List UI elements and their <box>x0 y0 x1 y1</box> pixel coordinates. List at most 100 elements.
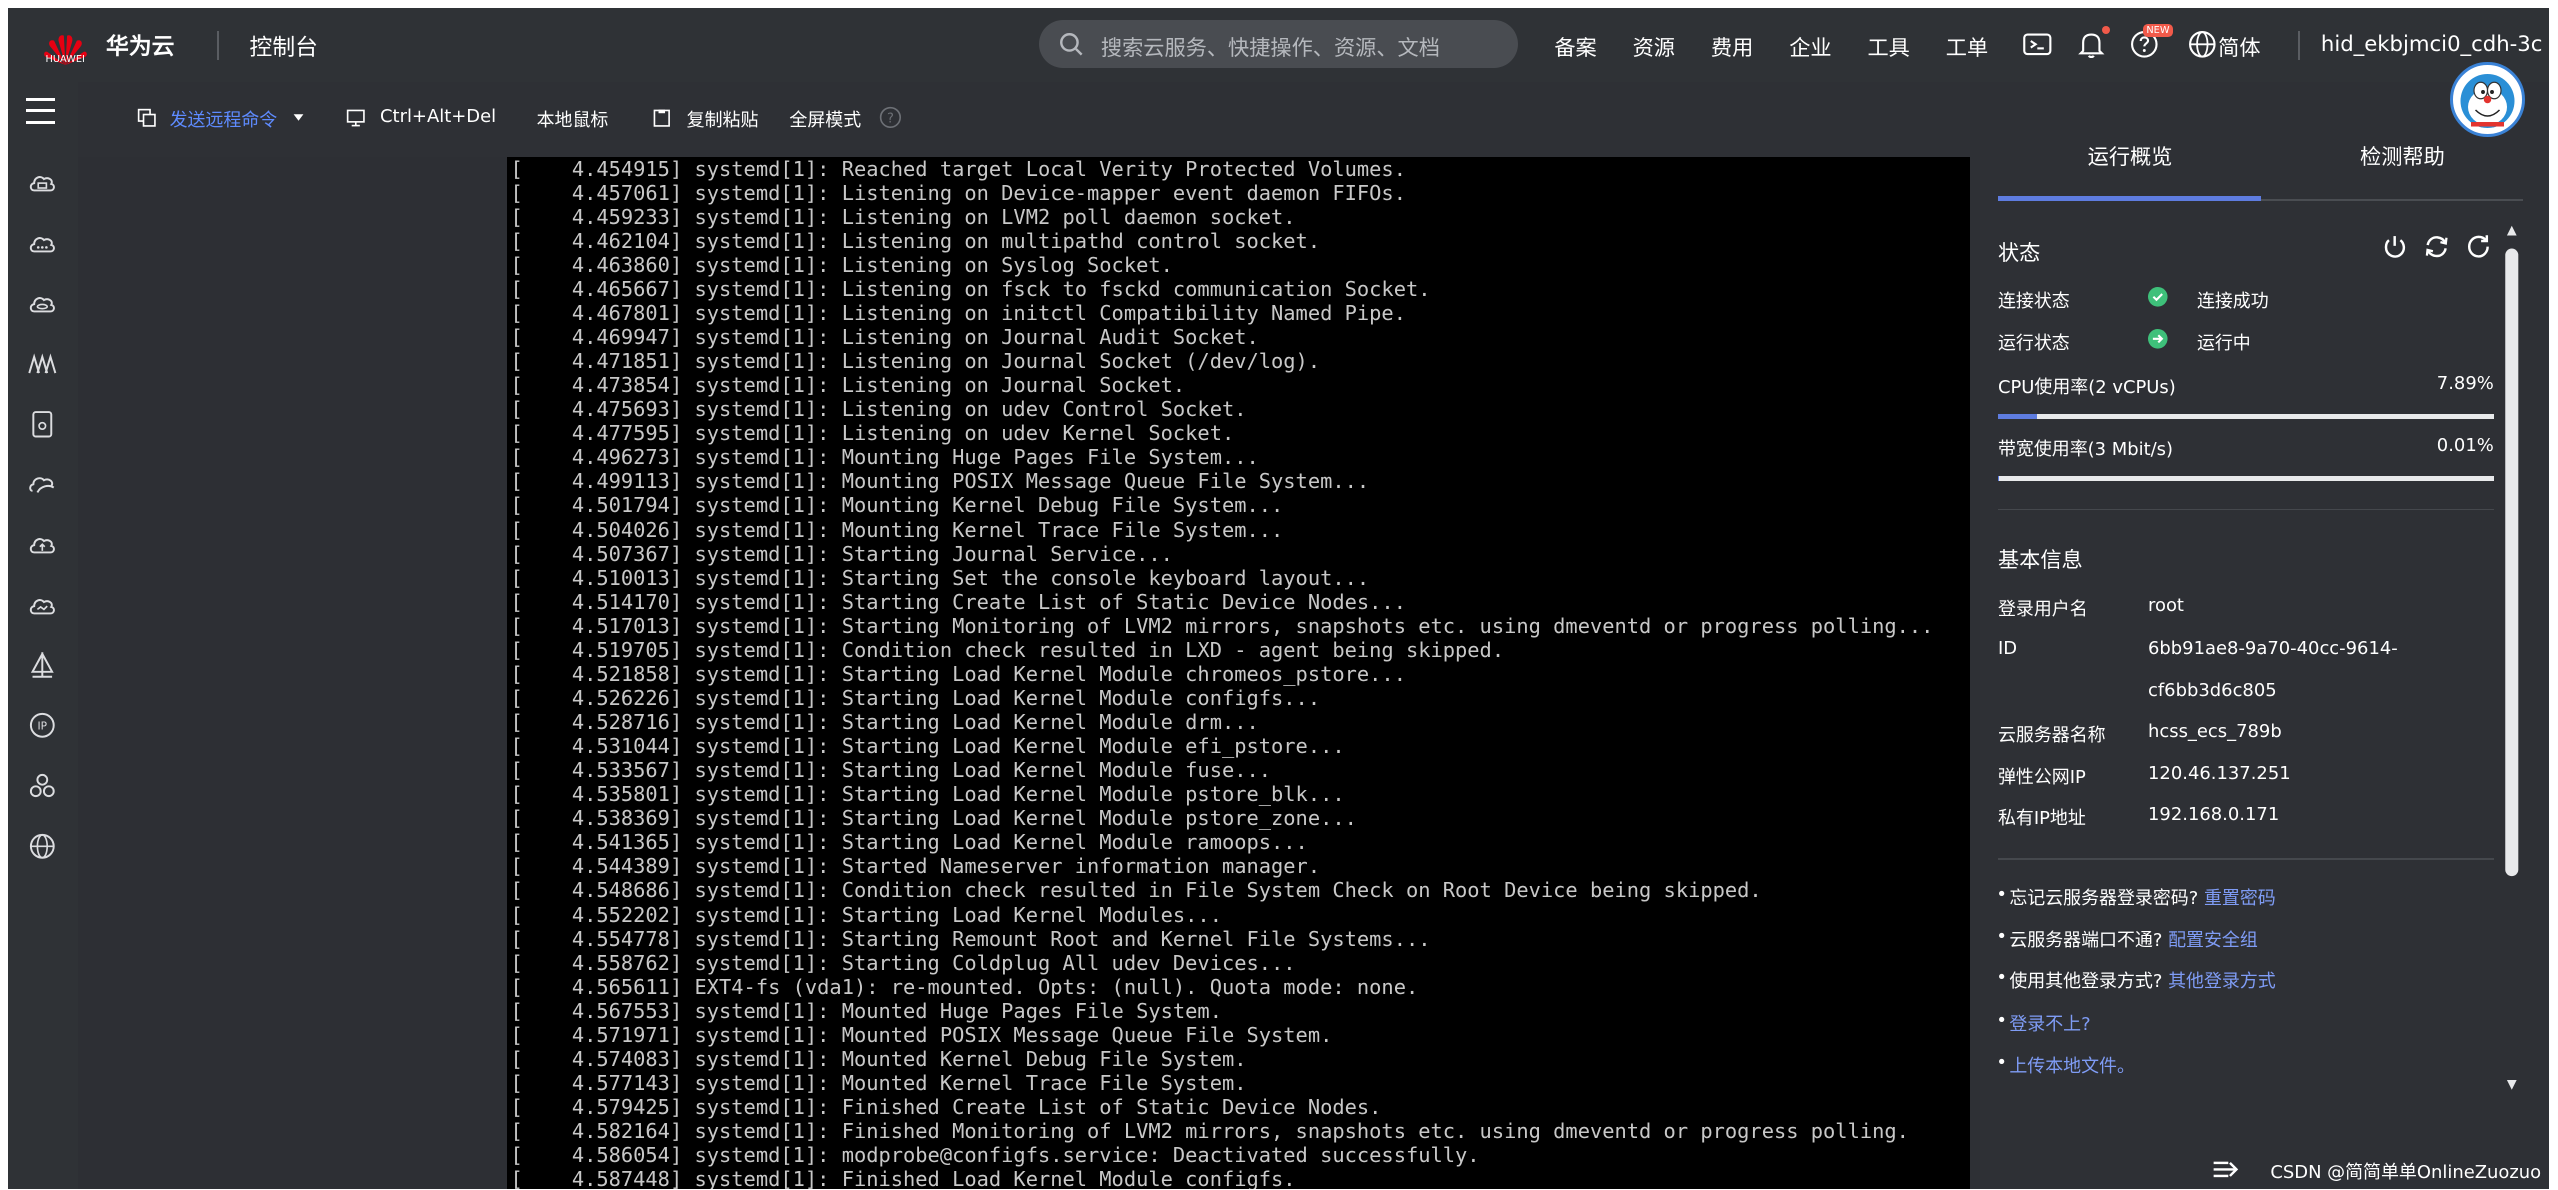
help-circle-icon[interactable]: ? <box>879 106 902 129</box>
terminal-line: [ 4.519705] systemd[1]: Condition check … <box>510 637 1505 662</box>
restart-icon[interactable] <box>2422 232 2451 261</box>
search-icon <box>1058 31 1084 57</box>
globe-language-icon[interactable] <box>2186 28 2219 61</box>
cluster-icon[interactable] <box>26 770 59 803</box>
terminal-line: [ 4.471851] systemd[1]: Listening on Jou… <box>510 349 1321 374</box>
connection-status-value: 连接成功 <box>2196 291 2269 313</box>
terminal-line: [ 4.574083] systemd[1]: Mounted Kernel D… <box>510 1046 1247 1071</box>
terminal-icon[interactable] <box>2021 28 2054 61</box>
terminal-line: [ 4.465667] systemd[1]: Listening on fsc… <box>510 276 1431 301</box>
chevron-down-icon[interactable] <box>292 111 305 124</box>
reset-password-link[interactable]: 重置密码 <box>2204 888 2276 909</box>
terminal-line: [ 4.475693] systemd[1]: Listening on ude… <box>510 397 1247 422</box>
nav-billing[interactable]: 费用 <box>1711 31 1753 62</box>
storage-icon[interactable] <box>26 408 59 441</box>
terminal-line: [ 4.504026] systemd[1]: Mounting Kernel … <box>510 517 1284 542</box>
active-tab-indicator <box>1997 195 2261 201</box>
eip-label: 弹性公网IP <box>1997 767 2086 789</box>
terminal-line: [ 4.463860] systemd[1]: Listening on Sys… <box>510 252 1173 277</box>
terminal-line: [ 4.454915] systemd[1]: Reached target L… <box>510 156 1406 181</box>
svg-text:IP: IP <box>38 721 48 733</box>
top-bar: HUAWEI 华为云 控制台 搜索云服务、快捷操作、资源、文档 备案 资源 费用… <box>8 8 2550 82</box>
terminal-line: [ 4.473854] systemd[1]: Listening on Jou… <box>510 373 1186 398</box>
local-cursor-button[interactable]: 本地鼠标 <box>537 106 609 132</box>
nav-enterprise[interactable]: 企业 <box>1789 31 1831 62</box>
tab-overview[interactable]: 运行概览 <box>2088 140 2173 171</box>
brand-name[interactable]: 华为云 <box>106 28 174 61</box>
console-link[interactable]: 控制台 <box>250 29 318 62</box>
bandwidth-usage-fill <box>1997 476 1999 482</box>
network-icon[interactable] <box>26 347 59 380</box>
help-text: 云服务器端口不通? <box>2009 930 2163 952</box>
menu-icon[interactable] <box>26 97 56 124</box>
terminal-line: [ 4.567553] systemd[1]: Mounted Huge Pag… <box>510 998 1222 1023</box>
send-command-icon <box>137 108 157 128</box>
copy-paste-button[interactable]: 复制粘贴 <box>687 106 759 132</box>
id-label: ID <box>1997 637 2018 659</box>
terminal-line: [ 4.548686] systemd[1]: Condition check … <box>510 878 1762 903</box>
terminal-line: [ 4.533567] systemd[1]: Starting Load Ke… <box>510 758 1272 783</box>
nav-tickets[interactable]: 工单 <box>1946 31 1988 62</box>
other-login-link[interactable]: 其他登录方式 <box>2168 971 2276 992</box>
refresh-icon[interactable] <box>2464 232 2493 261</box>
cloud-server-icon[interactable] <box>26 166 59 199</box>
cpu-usage-fill <box>1997 414 2038 420</box>
cannot-login-link[interactable]: 登录不上? <box>2009 1014 2090 1035</box>
deploy-icon[interactable] <box>26 649 59 682</box>
send-command-button[interactable]: 发送远程命令 <box>170 106 278 132</box>
terminal-line: [ 4.528716] systemd[1]: Starting Load Ke… <box>510 710 1259 734</box>
terminal-line: [ 4.579425] systemd[1]: Finished Create … <box>510 1095 1382 1119</box>
private-ip-value: 192.168.0.171 <box>2148 804 2280 826</box>
remote-console-screen[interactable]: [ 4.454915] systemd[1]: Reached target L… <box>507 156 1971 1189</box>
bandwidth-usage-bar <box>1997 476 2494 482</box>
collapse-panel-icon[interactable] <box>2212 1158 2241 1181</box>
terminal-line: [ 4.467801] systemd[1]: Listening on ini… <box>510 300 1406 325</box>
run-status-label: 运行状态 <box>1997 333 2070 355</box>
security-group-link[interactable]: 配置安全组 <box>2168 930 2258 951</box>
help-text: 忘记云服务器登录密码? <box>2009 887 2199 909</box>
ctrl-alt-del-button[interactable]: Ctrl+Alt+Del <box>380 106 496 127</box>
upload-file-link[interactable]: 上传本地文件。 <box>2009 1056 2135 1077</box>
avatar[interactable] <box>2449 61 2525 137</box>
monitor-icon <box>346 108 366 128</box>
terminal-line: [ 4.582164] systemd[1]: Finished Monitor… <box>510 1119 1909 1144</box>
cloud-backup-icon[interactable] <box>26 528 59 561</box>
username-menu[interactable]: hid_ekbjmci0_cdh-3c <box>2321 31 2543 56</box>
terminal-line: [ 4.499113] systemd[1]: Mounting POSIX M… <box>510 469 1370 494</box>
ip-icon[interactable]: IP <box>26 709 59 742</box>
cloud-icon[interactable] <box>26 227 59 260</box>
nav-beian[interactable]: 备案 <box>1554 31 1596 62</box>
divider <box>1997 857 2494 860</box>
terminal-line: [ 4.535801] systemd[1]: Starting Load Ke… <box>510 782 1345 807</box>
tab-diagnostics[interactable]: 检测帮助 <box>2360 140 2445 171</box>
info-panel: 运行概览 检测帮助 状态 连接状态 连接成功 运行状态 运行中 CPU使用率(2… <box>1970 81 2550 1189</box>
cpu-usage-bar <box>1997 414 2494 420</box>
fullscreen-button[interactable]: 全屏模式 <box>789 106 861 132</box>
search-input[interactable]: 搜索云服务、快捷操作、资源、文档 <box>1101 31 1440 62</box>
cdn-icon[interactable] <box>26 468 59 501</box>
terminal-line: [ 4.586054] systemd[1]: modprobe@configf… <box>510 1143 1480 1168</box>
remote-toolbar: 发送远程命令 Ctrl+Alt+Del 本地鼠标 复制粘贴 全屏模式 ? <box>78 81 1971 157</box>
terminal-line: [ 4.521858] systemd[1]: Starting Load Ke… <box>510 661 1406 686</box>
power-icon[interactable] <box>2380 232 2409 261</box>
notification-dot <box>2102 26 2111 35</box>
bandwidth-usage-percent: 0.01% <box>2436 435 2494 457</box>
terminal-line: [ 4.496273] systemd[1]: Mounting Huge Pa… <box>510 445 1259 470</box>
logo-text: HUAWEI <box>45 53 85 65</box>
nav-tools[interactable]: 工具 <box>1867 31 1909 62</box>
huawei-logo[interactable] <box>41 21 90 73</box>
nav-resources[interactable]: 资源 <box>1633 31 1675 62</box>
help-item-security-group: 云服务器端口不通? 配置安全组 <box>1996 926 2258 952</box>
search-box[interactable]: 搜索云服务、快捷操作、资源、文档 <box>1038 19 1519 69</box>
globe-icon[interactable] <box>26 830 59 863</box>
login-user-label: 登录用户名 <box>1997 599 2088 621</box>
cloud-monitor-icon[interactable] <box>26 589 59 622</box>
divider <box>1997 508 2494 511</box>
terminal-line: [ 4.501794] systemd[1]: Mounting Kernel … <box>510 493 1284 518</box>
language-switch[interactable]: 简体 <box>2218 31 2260 62</box>
panel-scrollbar[interactable] <box>2502 219 2522 1100</box>
basic-info-title: 基本信息 <box>1997 547 2083 573</box>
running-arrow-icon <box>2148 329 2168 350</box>
cloud-database-icon[interactable] <box>26 287 59 320</box>
terminal-output: [ 4.454915] systemd[1]: Reached target L… <box>507 157 1970 1189</box>
